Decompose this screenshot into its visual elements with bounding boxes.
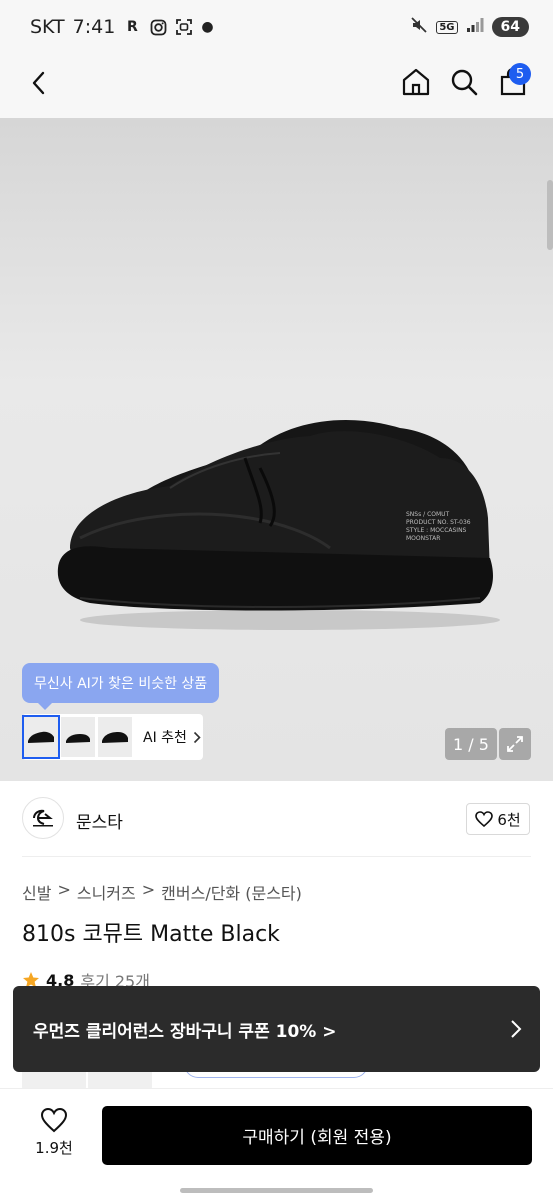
bottom-action-bar: 1.9천 구매하기 (회원 전용) bbox=[0, 1088, 553, 1200]
coupon-toast[interactable]: 우먼즈 클리어런스 장바구니 쿠폰 10% > bbox=[13, 986, 540, 1072]
divider bbox=[22, 856, 531, 857]
brand-like-button[interactable]: 6천 bbox=[466, 803, 530, 835]
home-indicator[interactable] bbox=[180, 1188, 373, 1193]
chevron-right-icon bbox=[193, 731, 201, 743]
chevron-right-icon: > bbox=[57, 880, 71, 899]
ai-recommend-link[interactable]: AI 추천 bbox=[143, 727, 201, 747]
expand-image-button[interactable] bbox=[499, 728, 531, 760]
expand-icon bbox=[507, 736, 523, 752]
search-icon[interactable] bbox=[448, 66, 480, 98]
breadcrumb-item[interactable]: 캔버스/단화 (문스타) bbox=[161, 880, 302, 904]
breadcrumb-item[interactable]: 신발 bbox=[22, 880, 51, 904]
brand-name[interactable]: 문스타 bbox=[76, 808, 123, 833]
status-bar: SKT 7:41 R ● 5G 64 bbox=[0, 0, 553, 56]
ai-recommend-label: AI 추천 bbox=[143, 730, 187, 746]
r-app-icon: R bbox=[126, 19, 138, 35]
screen-capture-icon bbox=[175, 18, 193, 36]
breadcrumb-item[interactable]: 스니커즈 bbox=[77, 880, 136, 904]
network-label: 5G bbox=[436, 20, 458, 34]
wishlist-button[interactable]: 1.9천 bbox=[22, 1107, 86, 1158]
ai-recommend-strip[interactable]: AI 추천 bbox=[22, 714, 203, 760]
ai-similar-tooltip[interactable]: 무신사 AI가 찾은 비슷한 상품 bbox=[22, 663, 220, 710]
breadcrumb: 신발 > 스니커즈 > 캔버스/단화 (문스타) bbox=[22, 880, 302, 904]
shoe-print-line-4: MOONSTAR bbox=[406, 535, 440, 542]
coupon-toast-text: 우먼즈 클리어런스 장바구니 쿠폰 10% > bbox=[33, 1021, 337, 1042]
wishlist-count: 1.9천 bbox=[35, 1139, 73, 1157]
home-icon[interactable] bbox=[400, 66, 432, 98]
cart-count-badge: 5 bbox=[509, 63, 531, 85]
signal-icon bbox=[466, 17, 484, 37]
buy-button[interactable]: 구매하기 (회원 전용) bbox=[102, 1106, 532, 1165]
back-button[interactable] bbox=[24, 68, 54, 98]
carrier-label: SKT bbox=[30, 16, 65, 38]
shoe-print-line-1: SNSs / COMUT bbox=[406, 511, 450, 518]
heart-icon bbox=[40, 1107, 68, 1133]
brand-like-count: 6천 bbox=[497, 810, 521, 829]
brand-row: 문스타 6천 bbox=[0, 781, 553, 857]
scrollbar[interactable] bbox=[547, 180, 553, 250]
ai-thumb-1[interactable] bbox=[22, 715, 60, 759]
moonstar-logo-icon bbox=[33, 809, 53, 827]
brand-logo[interactable] bbox=[22, 797, 64, 839]
product-image-gallery[interactable]: SNSs / COMUT PRODUCT NO. ST-036 STYLE : … bbox=[0, 118, 553, 781]
product-title: 810s 코뮤트 Matte Black bbox=[22, 922, 280, 947]
instagram-icon bbox=[149, 18, 167, 36]
shoe-print-line-3: STYLE : MOCCASINS bbox=[406, 527, 467, 534]
battery-indicator: 64 bbox=[491, 17, 529, 37]
image-counter: 1 / 5 bbox=[445, 728, 497, 760]
chevron-right-icon: > bbox=[141, 880, 156, 899]
chevron-right-icon bbox=[511, 1020, 522, 1038]
mute-icon bbox=[410, 16, 428, 38]
shoe-print-line-2: PRODUCT NO. ST-036 bbox=[406, 519, 471, 526]
notification-dot-icon: ● bbox=[201, 19, 214, 35]
app-header bbox=[0, 56, 553, 118]
ai-thumb-3[interactable] bbox=[98, 717, 132, 757]
ai-thumb-2[interactable] bbox=[61, 717, 95, 757]
heart-icon bbox=[475, 811, 494, 827]
clock: 7:41 bbox=[72, 16, 116, 38]
product-shoe-image: SNSs / COMUT PRODUCT NO. ST-036 STYLE : … bbox=[57, 420, 500, 630]
